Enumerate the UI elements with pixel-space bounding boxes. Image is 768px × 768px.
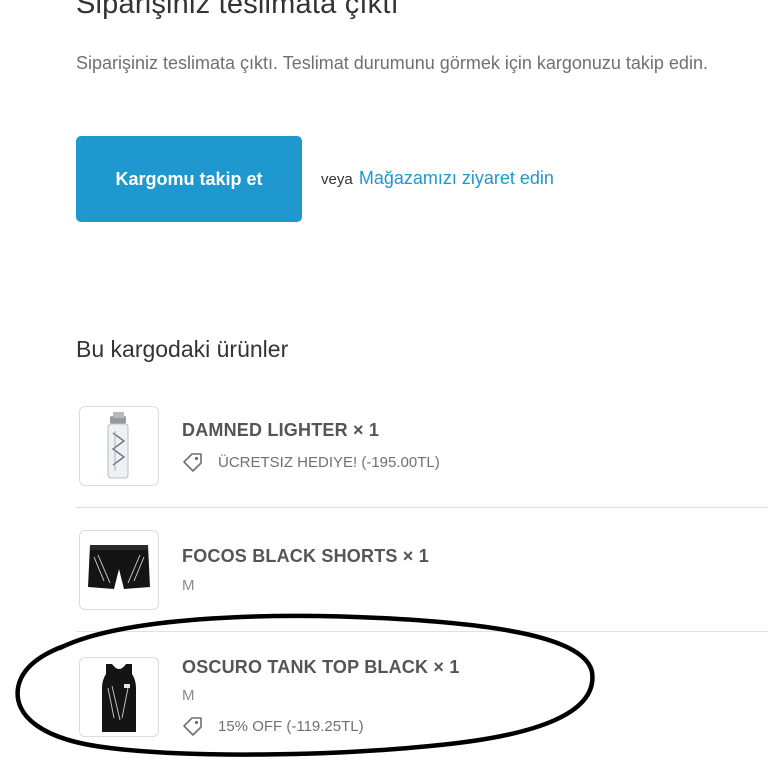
list-item: FOCOS BLACK SHORTS × 1 M bbox=[76, 530, 768, 612]
item-discount: 15% OFF (-119.25TL) bbox=[182, 716, 364, 736]
item-variant: M bbox=[182, 577, 195, 594]
alternative-action: veya Mağazamızı ziyaret edin bbox=[321, 168, 554, 189]
discount-text: 15% OFF (-119.25TL) bbox=[218, 717, 364, 735]
list-item: OSCURO TANK TOP BLACK × 1 M 15% OFF (-11… bbox=[76, 657, 768, 739]
item-name: OSCURO TANK TOP BLACK × 1 bbox=[182, 657, 460, 677]
item-variant: M bbox=[182, 687, 195, 704]
price-tag-icon bbox=[183, 717, 202, 736]
list-item: DAMNED LIGHTER × 1 ÜCRETSIZ HEDIYE! (-19… bbox=[76, 406, 768, 488]
page-heading: Siparişiniz teslimata çıktı bbox=[76, 0, 399, 20]
item-name: DAMNED LIGHTER × 1 bbox=[182, 420, 380, 440]
tank-top-image bbox=[102, 664, 136, 732]
track-shipment-button[interactable]: Kargomu takip et bbox=[76, 136, 302, 222]
item-discount: ÜCRETSIZ HEDIYE! (-195.00TL) bbox=[182, 452, 440, 472]
product-thumbnail bbox=[79, 657, 159, 737]
product-thumbnail bbox=[79, 406, 159, 486]
discount-text: ÜCRETSIZ HEDIYE! (-195.00TL) bbox=[218, 453, 440, 471]
or-text: veya bbox=[321, 171, 353, 188]
product-thumbnail bbox=[79, 530, 159, 610]
order-status-page: Siparişiniz teslimata çıktı Siparişiniz … bbox=[0, 0, 768, 768]
shipment-message: Siparişiniz teslimata çıktı. Teslimat du… bbox=[76, 53, 708, 73]
shipment-items-title: Bu kargodaki ürünler bbox=[76, 336, 289, 362]
shorts-image bbox=[88, 545, 150, 589]
item-name: FOCOS BLACK SHORTS × 1 bbox=[182, 546, 429, 566]
lighter-image bbox=[107, 412, 129, 479]
item-divider bbox=[76, 631, 768, 632]
item-divider bbox=[76, 507, 768, 508]
price-tag-icon bbox=[183, 453, 202, 472]
hand-drawn-highlight-ellipse bbox=[15, 613, 595, 757]
visit-store-link[interactable]: Mağazamızı ziyaret edin bbox=[359, 168, 554, 188]
